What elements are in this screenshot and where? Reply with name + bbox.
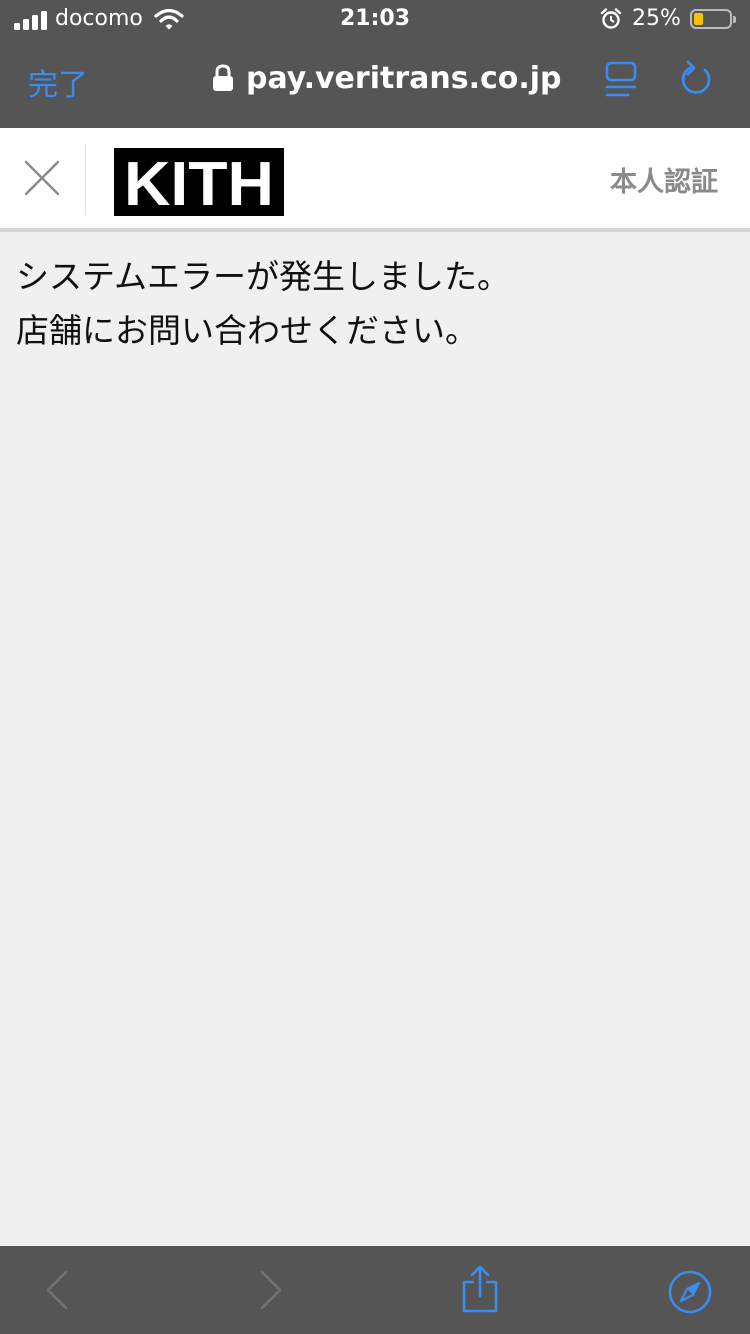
browser-top-bar: docomo 21:03 25% 完了 pay.veritrans.co.jp [0,0,750,128]
page-header: KITH 本人認証 [0,128,750,232]
reload-icon[interactable] [678,60,716,100]
svg-text:KITH: KITH [124,150,274,216]
error-message: システムエラーが発生しました。 店舗にお問い合わせください。 [16,250,736,358]
status-bar: docomo 21:03 25% [0,0,750,42]
reader-view-icon[interactable] [604,60,640,100]
page-title: 本人認証 [610,167,718,198]
done-button[interactable]: 完了 [28,60,88,104]
battery-percent: 25% [632,6,681,31]
battery-icon [690,9,736,29]
close-icon[interactable] [24,160,60,196]
error-line-1: システムエラーが発生しました。 [16,257,511,296]
header-divider [85,144,86,214]
battery-level-fill [694,13,703,25]
forward-icon[interactable] [256,1270,286,1310]
compass-icon[interactable] [666,1268,714,1316]
alarm-icon [600,8,622,29]
share-icon[interactable] [460,1264,500,1314]
address-bar[interactable]: pay.veritrans.co.jp [212,56,562,100]
browser-toolbar [0,1246,750,1334]
lock-icon [213,64,233,91]
kith-logo: KITH [114,148,284,216]
back-icon[interactable] [42,1270,72,1310]
error-line-2: 店舗にお問い合わせください。 [16,311,478,350]
url-text: pay.veritrans.co.jp [246,60,562,96]
